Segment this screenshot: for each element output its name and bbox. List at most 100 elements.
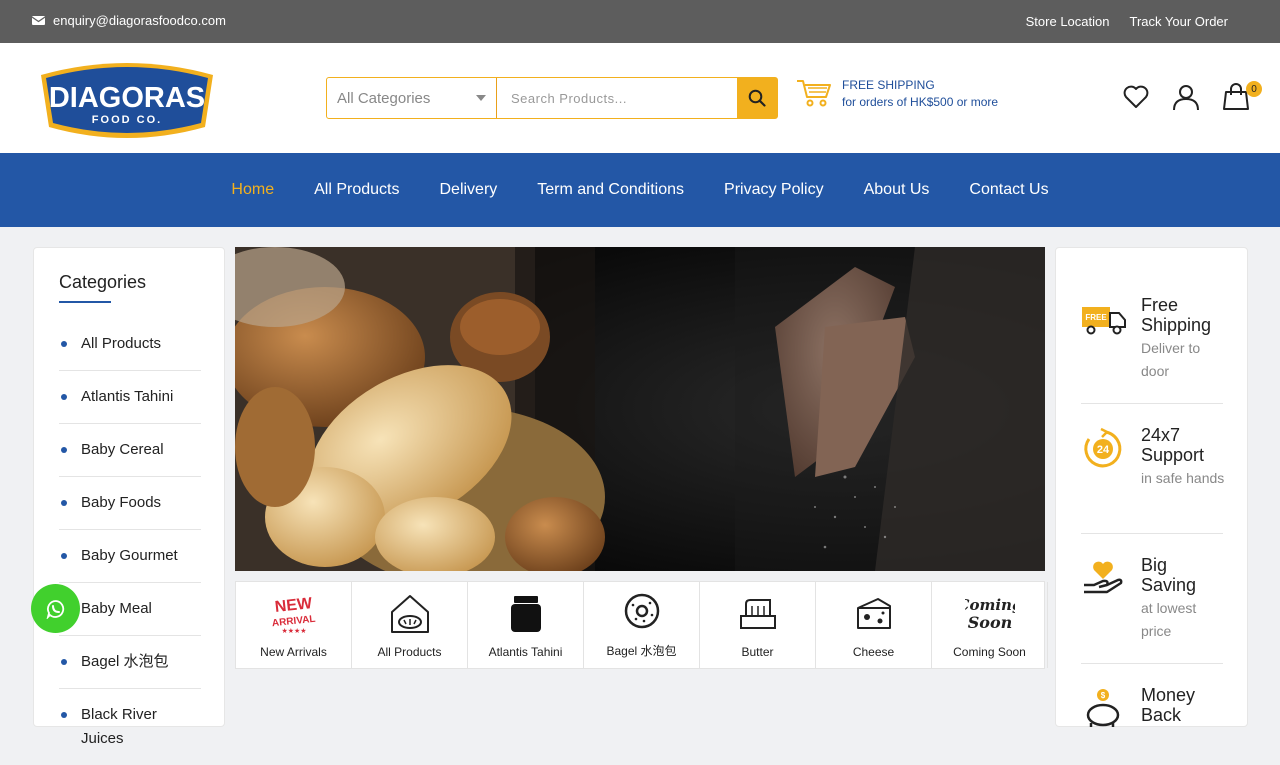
email-text: enquiry@diagorasfoodco.com bbox=[53, 13, 226, 28]
nav-about[interactable]: About Us bbox=[864, 181, 930, 199]
strip-label: Cheese bbox=[852, 645, 895, 659]
feature-support: 24 24x7 Support in safe hands bbox=[1081, 425, 1225, 534]
truck-icon: FREE bbox=[1082, 307, 1126, 335]
cart-button[interactable]: 0 bbox=[1222, 81, 1262, 111]
nav-all-products[interactable]: All Products bbox=[314, 181, 399, 199]
strip-item-coming-soon[interactable]: ComingSoon Coming Soon bbox=[932, 582, 1048, 668]
search-input[interactable] bbox=[497, 78, 737, 118]
category-select-value: All Categories bbox=[337, 89, 431, 107]
category-item[interactable]: Baby Gourmet bbox=[59, 530, 201, 583]
feature-title: 24x7 Support bbox=[1141, 425, 1205, 465]
jar-icon bbox=[510, 596, 541, 632]
track-order-link[interactable]: Track Your Order bbox=[1129, 14, 1228, 29]
strip-label: Coming Soon bbox=[953, 645, 1026, 659]
svg-text:★★★★: ★★★★ bbox=[281, 627, 306, 635]
strip-item-bagel[interactable]: Bagel 水泡包 bbox=[584, 582, 700, 668]
category-item[interactable]: Black River Juices bbox=[59, 689, 201, 765]
feature-title: Free Shipping bbox=[1141, 295, 1212, 335]
feature-title: Money Back bbox=[1141, 685, 1196, 725]
cart-count-badge: 0 bbox=[1246, 81, 1262, 97]
category-item[interactable]: Baby Foods bbox=[59, 477, 201, 530]
feature-title: Big Saving bbox=[1141, 555, 1197, 595]
shipping-title: FREE SHIPPING bbox=[842, 78, 935, 92]
coming-soon-icon: ComingSoon bbox=[965, 596, 1015, 632]
strip-item-butter[interactable]: Butter bbox=[700, 582, 816, 668]
category-label: Baby Cereal bbox=[81, 441, 164, 458]
search-icon bbox=[748, 89, 766, 107]
title-underline bbox=[59, 301, 111, 303]
feature-subtitle: at lowest price bbox=[1141, 600, 1197, 639]
logo-subtext: FOOD CO. bbox=[92, 114, 162, 126]
svg-text:Coming: Coming bbox=[965, 596, 1015, 614]
svg-text:24: 24 bbox=[1097, 444, 1110, 456]
strip-item-cheese[interactable]: Cheese bbox=[816, 582, 932, 668]
caret-down-icon bbox=[476, 95, 486, 101]
nav-privacy[interactable]: Privacy Policy bbox=[724, 181, 824, 199]
whatsapp-icon bbox=[46, 599, 64, 619]
bakery-house-icon bbox=[390, 595, 429, 633]
svg-text:$: $ bbox=[1101, 691, 1106, 700]
account-button[interactable] bbox=[1172, 83, 1200, 111]
feature-subtitle: in safe hands bbox=[1141, 470, 1225, 486]
hero-banner[interactable] bbox=[235, 247, 1045, 571]
nav-delivery[interactable]: Delivery bbox=[439, 181, 497, 199]
butter-icon bbox=[739, 599, 776, 629]
category-label: Atlantis Tahini bbox=[81, 388, 174, 405]
category-item[interactable]: Atlantis Tahini bbox=[59, 371, 201, 424]
nav-terms[interactable]: Term and Conditions bbox=[537, 181, 684, 199]
heart-icon bbox=[1123, 85, 1149, 108]
piggy-bank-icon: $ bbox=[1086, 689, 1120, 727]
shipping-subtitle: for orders of HK$500 or more bbox=[842, 95, 999, 109]
strip-label: All Products bbox=[377, 645, 442, 659]
store-location-link[interactable]: Store Location bbox=[1026, 14, 1110, 29]
header: DIAGORAS FOOD CO. All Categories FREE SH… bbox=[0, 43, 1280, 153]
bullet-icon bbox=[61, 659, 67, 665]
svg-text:Soon: Soon bbox=[967, 613, 1012, 632]
hero-image bbox=[235, 247, 1045, 571]
whatsapp-button[interactable] bbox=[31, 584, 80, 633]
logo-text: DIAGORAS bbox=[49, 82, 205, 114]
bagel-icon bbox=[624, 593, 659, 629]
shipping-info: FREE SHIPPING for orders of HK$500 or mo… bbox=[796, 77, 998, 111]
contact-email[interactable]: enquiry@diagorasfoodco.com bbox=[32, 13, 226, 28]
bullet-icon bbox=[61, 712, 67, 718]
category-label: Black River Juices bbox=[81, 706, 157, 747]
category-label: Baby Foods bbox=[81, 494, 162, 511]
search-button[interactable] bbox=[737, 78, 777, 118]
nav-contact[interactable]: Contact Us bbox=[969, 181, 1048, 199]
bullet-icon bbox=[61, 500, 67, 506]
category-item[interactable]: All Products bbox=[59, 318, 201, 371]
bullet-icon bbox=[61, 341, 67, 347]
sidebar-title: Categories bbox=[59, 272, 147, 292]
strip-item-new-arrivals[interactable]: NEW ARRIVAL ★★★★ New Arrivals bbox=[236, 582, 352, 668]
category-label: All Products bbox=[81, 335, 162, 352]
category-item[interactable]: Baby Meal bbox=[59, 583, 201, 636]
wishlist-button[interactable] bbox=[1122, 83, 1150, 111]
strip-label: Butter bbox=[741, 645, 774, 659]
search-bar: All Categories bbox=[326, 77, 778, 119]
category-item[interactable]: Baby Cereal bbox=[59, 424, 201, 477]
strip-item-atlantis-tahini[interactable]: Atlantis Tahini bbox=[468, 582, 584, 668]
strip-item-all-products[interactable]: All Products bbox=[352, 582, 468, 668]
features-panel: FREE Free Shipping Deliver to door 24 24x… bbox=[1055, 247, 1248, 727]
nav-home[interactable]: Home bbox=[231, 181, 274, 199]
category-item[interactable]: Bagel 水泡包 bbox=[59, 636, 201, 689]
top-bar: enquiry@diagorasfoodco.com Store Locatio… bbox=[0, 0, 1280, 43]
categories-sidebar: Categories All Products Atlantis Tahini … bbox=[33, 247, 225, 747]
category-label: Bagel 水泡包 bbox=[81, 653, 169, 670]
strip-label: New Arrivals bbox=[260, 645, 327, 659]
cart-icon bbox=[797, 80, 831, 107]
site-logo[interactable]: DIAGORAS FOOD CO. bbox=[35, 57, 219, 141]
cheese-icon bbox=[856, 598, 891, 629]
category-label: Baby Meal bbox=[81, 600, 152, 617]
feature-free-shipping: FREE Free Shipping Deliver to door bbox=[1081, 295, 1223, 404]
support-24-icon: 24 bbox=[1084, 427, 1122, 468]
user-icon bbox=[1173, 85, 1199, 111]
category-select[interactable]: All Categories bbox=[327, 78, 497, 118]
feature-big-saving: Big Saving at lowest price bbox=[1081, 555, 1223, 664]
strip-label: Bagel 水泡包 bbox=[606, 644, 677, 658]
main-nav: Home All Products Delivery Term and Cond… bbox=[0, 153, 1280, 227]
strip-label: Atlantis Tahini bbox=[488, 645, 563, 659]
bullet-icon bbox=[61, 394, 67, 400]
hand-heart-icon bbox=[1084, 561, 1123, 594]
